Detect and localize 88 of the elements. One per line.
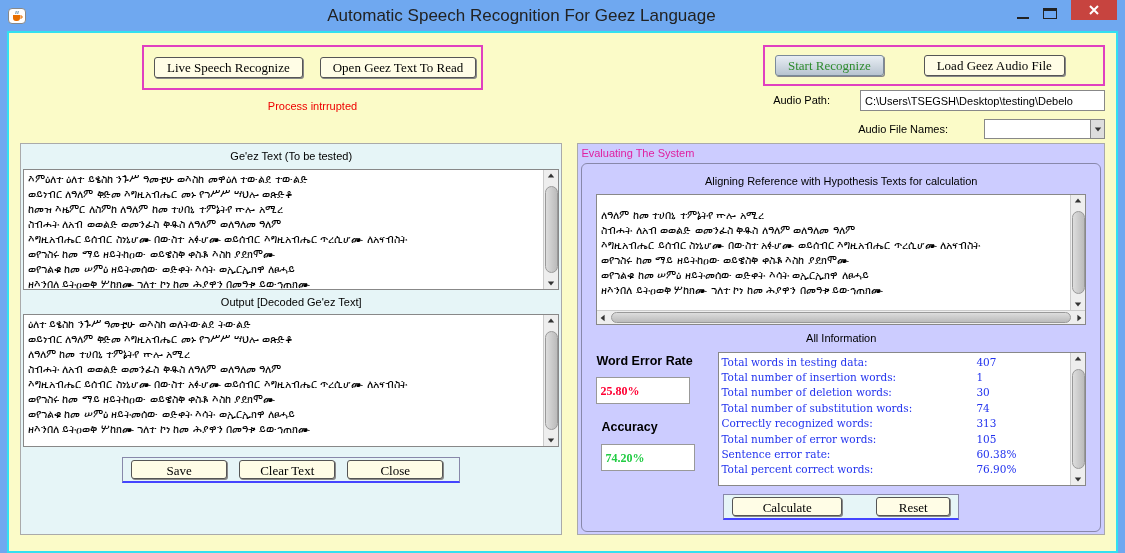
scroll-down-icon[interactable] — [1074, 474, 1082, 483]
scroll-thumb[interactable] — [611, 312, 1071, 323]
statistic-value: 407 — [976, 354, 997, 370]
scroll-thumb[interactable] — [1071, 211, 1085, 294]
text-line: ለዓለም ከመ ተሀበኒ ተምኔትየ ኵሎ አሚረ — [28, 347, 192, 362]
text-line: ወየኀስሩ ከመ ማይ ዘይትከዐው ወይዌስቅ ቀስቶ እስከ ያደክሞሙ — [28, 392, 277, 407]
statistic-label: Total number of deletion words: — [721, 385, 893, 401]
scroll-left-icon[interactable] — [599, 313, 608, 322]
panel-title: All Information — [805, 331, 878, 346]
java-cup-icon — [8, 7, 26, 24]
scroll-down-icon[interactable] — [547, 278, 556, 287]
button[interactable]: Close — [347, 460, 444, 479]
text-line: ወየኀልቁ ከመ ሠምዕ ዘይትመሰው ወድቀት እሳት ወኢርኢክዋ ለፀሓይ — [601, 268, 870, 283]
metric-value: 25.80% — [600, 382, 640, 400]
text-line: ወየኀስሩ ከመ ማይ ዘይትከዐው ወይዌስቅ ቀስቶ እስከ ያደክሞሙ — [28, 246, 277, 262]
text-line: እግዚአብሔር ይሰብር ስነኒሆሙ በውስተ አፉሆሙ ወይሰብር እግዚአብሔር ጥረሲሆሙ ለአናብስት — [28, 377, 408, 392]
statistic-value: 1 — [976, 369, 984, 385]
text-line: ዕለተ ይፄስከ ንጉሥ ዓመቲሁ ወእስከ ወለትውልደ ትውልድ — [28, 317, 252, 332]
button[interactable]: Live Speech Recognize — [154, 57, 303, 78]
scroll-up-icon[interactable] — [547, 171, 556, 180]
statistic-label: Total number of substitution words: — [721, 400, 914, 416]
text-line: ከመዝ እዜምር ለስምከ ለዓለም ከመ ተሀበኒ ተምኔትየ ኵሎ አሚረ — [28, 201, 284, 217]
text-area[interactable] — [596, 194, 1086, 325]
text-area[interactable] — [23, 168, 560, 290]
panel-title: Aligning Reference with Hypothesis Texts for calculation — [703, 173, 979, 189]
close-button[interactable] — [1071, 0, 1117, 20]
scroll-thumb[interactable] — [544, 185, 558, 273]
panel-title: Evaluating The System — [580, 146, 696, 161]
statistic-value: 313 — [976, 416, 997, 432]
button[interactable]: Calculate — [732, 496, 843, 516]
window-title: Automatic Speech Recognition For Geez Language — [326, 4, 717, 27]
scroll-up-icon[interactable] — [1074, 354, 1082, 363]
text-line: ወይነብር ለዓለም ቅድመ እግዚአብሔር መኑ የኀሥሥ ሣህሎ ወጽድቆ — [28, 332, 295, 347]
scroll-up-icon[interactable] — [1074, 197, 1082, 205]
text-line: ወይነብር ለዓለም ቅድመ እግዚአብሔር መኑ የኀሥሥ ሣህሎ ወጽድቆ — [28, 186, 295, 202]
scroll-down-icon[interactable] — [1074, 300, 1082, 308]
text-line: ወየኀልቁ ከመ ሠምዕ ዘይትመሰው ወድቀት እሳት ወኢርኢክዋ ለፀሓይ — [28, 261, 297, 277]
statistic-label: Sentence error rate: — [721, 446, 832, 462]
text-area[interactable] — [23, 314, 560, 447]
scroll-right-icon[interactable] — [1075, 313, 1083, 322]
statistic-label: Total number of insertion words: — [721, 369, 898, 385]
metric-label: Accuracy — [601, 419, 659, 437]
button[interactable]: Reset — [876, 496, 951, 516]
statistic-label: Total percent correct words: — [721, 462, 875, 478]
button[interactable]: Save — [131, 460, 228, 479]
metric-value: 74.20% — [605, 449, 645, 467]
statistic-value: 76.90% — [976, 462, 1017, 478]
statistic-value: 60.38% — [976, 446, 1017, 462]
panel-title: Output [Decoded Ge'ez Text] — [219, 294, 363, 310]
statistic-label: Correctly recognized words: — [721, 416, 874, 432]
statistic-label: Total words in testing data: — [721, 354, 869, 370]
statistic-value: 30 — [976, 385, 990, 401]
text-line: ወየኀስሩ ከመ ማይ ዘይትከዐው ወይዌስቅ ቀስቶ እስከ ያደክሞሙ — [601, 253, 850, 268]
text-line: እምዕለተ ዕለተ ይፄስከ ንጉሥ ዓመቲሁ ወእስከ መዋዕለ ተውልደ ተውልድ — [28, 171, 309, 187]
metric-label: Word Error Rate — [596, 352, 694, 370]
scrollbar[interactable] — [1070, 352, 1085, 485]
text-line: ዘእንበለ ይትዐወቅ ሦከክሙ ኀለተ ኮነ ከመ ሕያዋን በመዓቱ ይውኅጠክሙ — [28, 422, 311, 437]
horizontal-scrollbar[interactable] — [597, 310, 1085, 324]
text-line: ዘእንበለ ይትዐወቅ ሦከክሙ ኀለተ ኮነ ከመ ሕያዋን በመዓቱ ይውኅጠክሙ — [601, 283, 885, 298]
audio-path-label: Audio Path: — [773, 93, 830, 109]
scroll-thumb[interactable] — [544, 331, 558, 430]
text-line: ስብሐት ለአብ ወወልድ ወመንፈስ ቅዱስ ለዓለም ወለዓለመ ዓለም — [28, 362, 283, 377]
text-line: ስብሐት ለአብ ወወልድ ወመንፈስ ቅዱስ ለዓለም ወለዓለመ ዓለም — [28, 216, 283, 232]
button[interactable]: Open Geez Text To Read — [319, 57, 477, 78]
scrollbar[interactable] — [543, 169, 559, 289]
audio-path-field[interactable]: C:\Users\TSEGSH\Desktop\testing\Debelo — [860, 90, 1105, 111]
text-line: ዘእንበለ ይትዐወቅ ሦከክሙ ኀለተ ኮነ ከመ ሕያዋን በመዓቱ ይውኅጠክሙ — [28, 276, 311, 289]
text-line: እግዚአብሔር ይሰብር ስነኒሆሙ በውስተ አፉሆሙ ወይሰብር እግዚአብሔር ጥረሲሆሙ ለአናብስት — [28, 231, 408, 247]
dropdown-arrow-icon[interactable] — [1093, 125, 1102, 133]
text-line: ለዓለም ከመ ተሀበኒ ተምኔትየ ኵሎ አሚረ — [601, 208, 765, 223]
statistic-value: 74 — [976, 400, 990, 416]
statistic-value: 105 — [976, 431, 997, 447]
maximize-icon[interactable] — [1043, 8, 1057, 19]
status-message: Process intrrupted — [267, 99, 358, 114]
panel-title: Ge'ez Text (To be tested) — [229, 149, 354, 164]
button[interactable]: Clear Text — [239, 460, 336, 479]
scrollbar[interactable] — [1070, 195, 1085, 310]
statistic-label: Total number of error words: — [721, 431, 878, 447]
button[interactable]: Load Geez Audio File — [923, 55, 1065, 76]
scrollbar[interactable] — [543, 315, 559, 446]
scroll-up-icon[interactable] — [547, 317, 556, 325]
scroll-down-icon[interactable] — [547, 436, 556, 444]
text-line: ስብሐት ለአብ ወወልድ ወመንፈስ ቅዱስ ለዓለም ወለዓለመ ዓለም — [601, 223, 856, 238]
text-line: ወየኀልቁ ከመ ሠምዕ ዘይትመሰው ወድቀት እሳት ወኢርኢክዋ ለፀሓይ — [28, 407, 297, 422]
text-line: እግዚአብሔር ይሰብር ስነኒሆሙ በውስተ አፉሆሙ ወይሰብር እግዚአብሔር ጥረሲሆሙ ለአናብስት — [601, 238, 982, 253]
scroll-thumb[interactable] — [1071, 368, 1085, 469]
close-icon[interactable] — [1089, 5, 1099, 15]
audio-file-names-label: Audio File Names: — [858, 121, 948, 137]
